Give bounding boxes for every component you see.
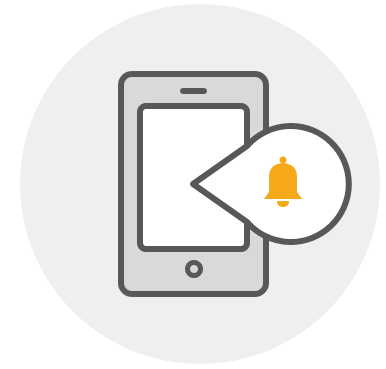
illustration-canvas (20, 4, 380, 364)
mobile-notification-illustration (0, 0, 386, 369)
